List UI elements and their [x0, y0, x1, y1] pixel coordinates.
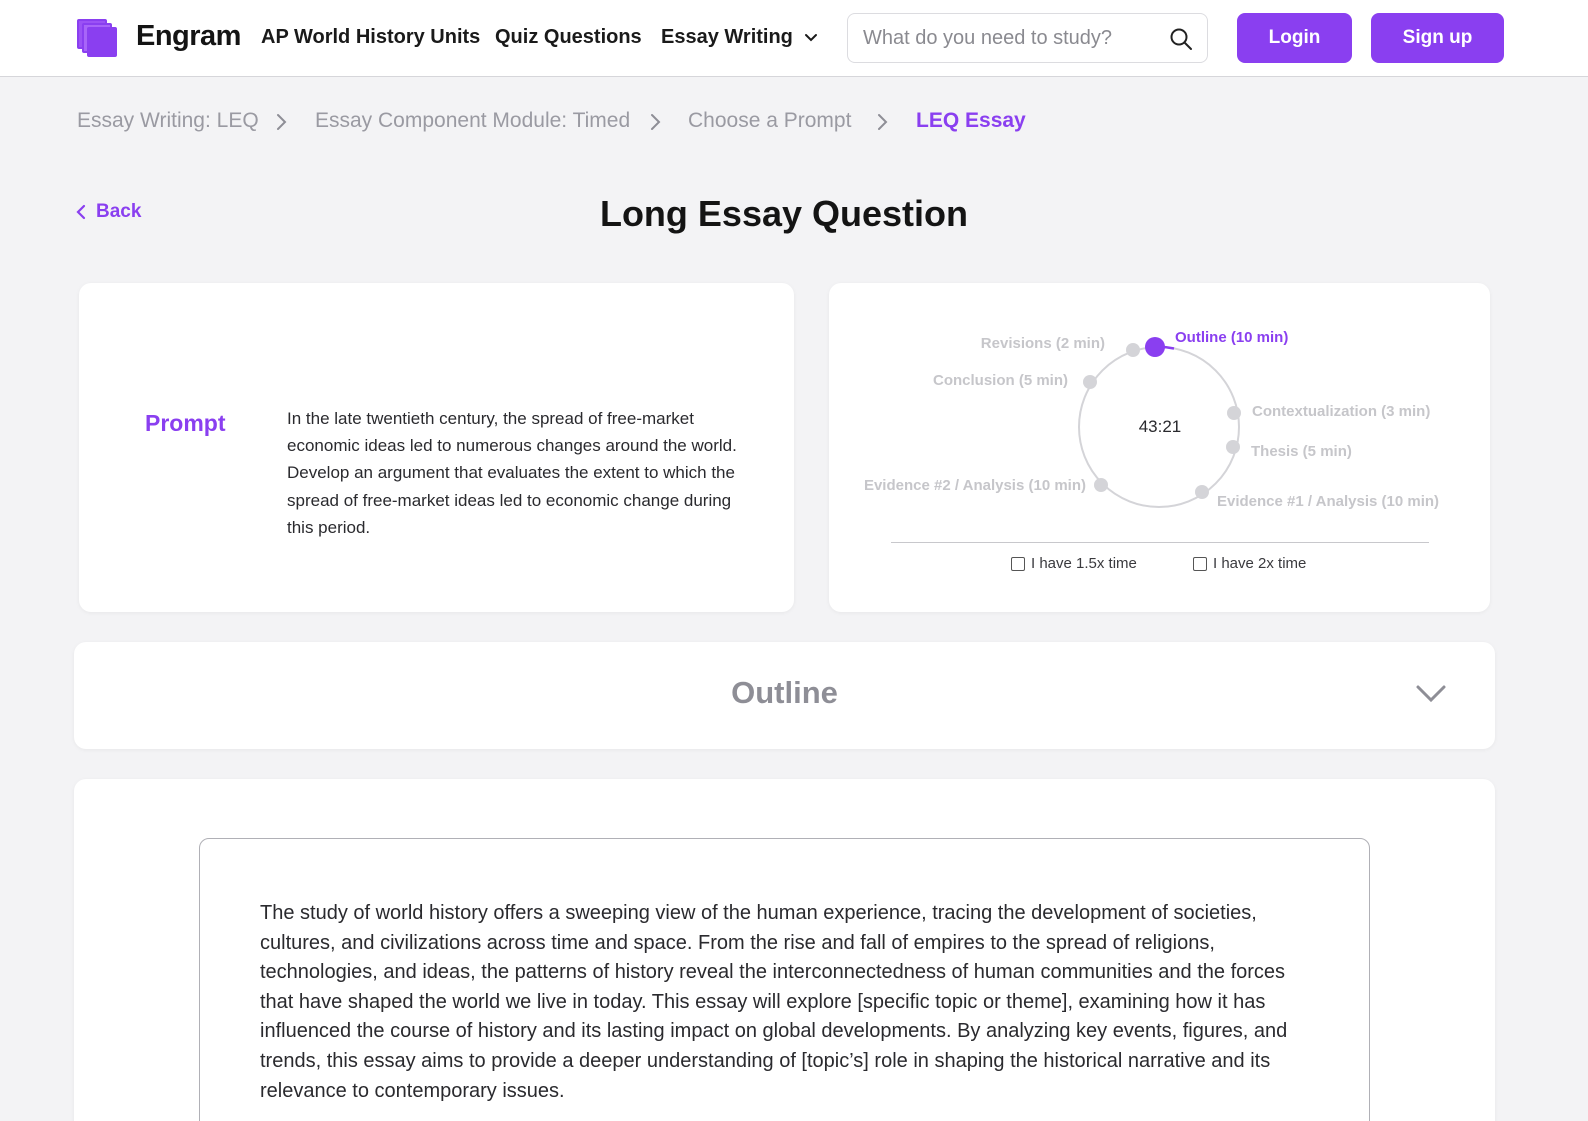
step-label-outline[interactable]: Outline (10 min): [1175, 329, 1288, 346]
prompt-label: Prompt: [145, 410, 226, 436]
outline-accordion[interactable]: Outline: [74, 642, 1495, 749]
prompt-text: In the late twentieth century, the sprea…: [287, 409, 737, 537]
timer-dial: 43:21 Outline (10 min) Revisions (2 min)…: [864, 329, 1439, 510]
essay-editor[interactable]: The study of world history offers a swee…: [199, 838, 1370, 1121]
nav-ap-world-history-units[interactable]: AP World History Units: [261, 26, 480, 49]
step-label-contextualization[interactable]: Contextualization (3 min): [1252, 403, 1430, 420]
step-dot-revisions[interactable]: [1126, 343, 1140, 357]
prompt-card: Prompt In the late twentieth century, th…: [79, 283, 794, 612]
essay-section: The study of world history offers a swee…: [74, 779, 1495, 1121]
timer-card: 43:21 Outline (10 min) Revisions (2 min)…: [829, 283, 1490, 612]
breadcrumb-essay-writing-leq[interactable]: Essay Writing: LEQ: [77, 109, 259, 133]
nav-quiz-questions[interactable]: Quiz Questions: [495, 26, 642, 49]
login-button[interactable]: Login: [1237, 13, 1352, 63]
chevron-right-icon: [651, 114, 661, 130]
option-2x-time[interactable]: I have 2x time: [1193, 555, 1306, 572]
step-dot-outline[interactable]: [1145, 337, 1165, 357]
chevron-down-icon[interactable]: [1414, 682, 1448, 706]
option-1-5x-time[interactable]: I have 1.5x time: [1011, 555, 1137, 572]
step-label-evidence-1[interactable]: Evidence #1 / Analysis (10 min): [1217, 493, 1439, 510]
chevron-right-icon: [878, 114, 888, 130]
top-nav-bar: Engram AP World History Units Quiz Quest…: [0, 0, 1588, 77]
breadcrumb-choose-a-prompt[interactable]: Choose a Prompt: [688, 109, 851, 133]
step-dot-thesis[interactable]: [1226, 440, 1240, 454]
nav-essay-writing-label: Essay Writing: [661, 26, 793, 48]
checkbox-2x[interactable]: [1193, 556, 1207, 571]
timer-divider: [891, 542, 1429, 543]
essay-text[interactable]: The study of world history offers a swee…: [260, 899, 1320, 1106]
outline-title: Outline: [731, 675, 838, 710]
step-dot-evidence-1[interactable]: [1195, 485, 1209, 499]
chevron-down-icon: [805, 33, 818, 42]
chevron-right-icon: [277, 114, 287, 130]
option-2x-label: I have 2x time: [1213, 555, 1307, 572]
checkbox-1-5x[interactable]: [1011, 556, 1025, 571]
brand-name[interactable]: Engram: [136, 20, 241, 53]
search-icon[interactable]: [1169, 27, 1193, 51]
step-label-evidence-2[interactable]: Evidence #2 / Analysis (10 min): [864, 477, 1086, 494]
signup-button[interactable]: Sign up: [1371, 13, 1504, 63]
breadcrumb-leq-essay: LEQ Essay: [916, 109, 1026, 132]
step-label-revisions[interactable]: Revisions (2 min): [981, 335, 1105, 352]
step-dot-evidence-2[interactable]: [1094, 478, 1108, 492]
search-box: [847, 13, 1208, 63]
engram-logo-icon[interactable]: [77, 19, 117, 57]
step-dot-conclusion[interactable]: [1083, 375, 1097, 389]
breadcrumb-component-module-timed[interactable]: Essay Component Module: Timed: [315, 109, 630, 133]
nav-essay-writing-dropdown[interactable]: Essay Writing: [661, 26, 818, 49]
step-label-conclusion[interactable]: Conclusion (5 min): [933, 372, 1068, 389]
page-title: Long Essay Question: [599, 193, 969, 234]
step-label-thesis[interactable]: Thesis (5 min): [1251, 443, 1352, 460]
step-dot-contextualization[interactable]: [1227, 406, 1241, 420]
search-input[interactable]: [863, 24, 1163, 52]
timer-time: 43:21: [1139, 417, 1182, 436]
option-1-5x-label: I have 1.5x time: [1031, 555, 1137, 572]
